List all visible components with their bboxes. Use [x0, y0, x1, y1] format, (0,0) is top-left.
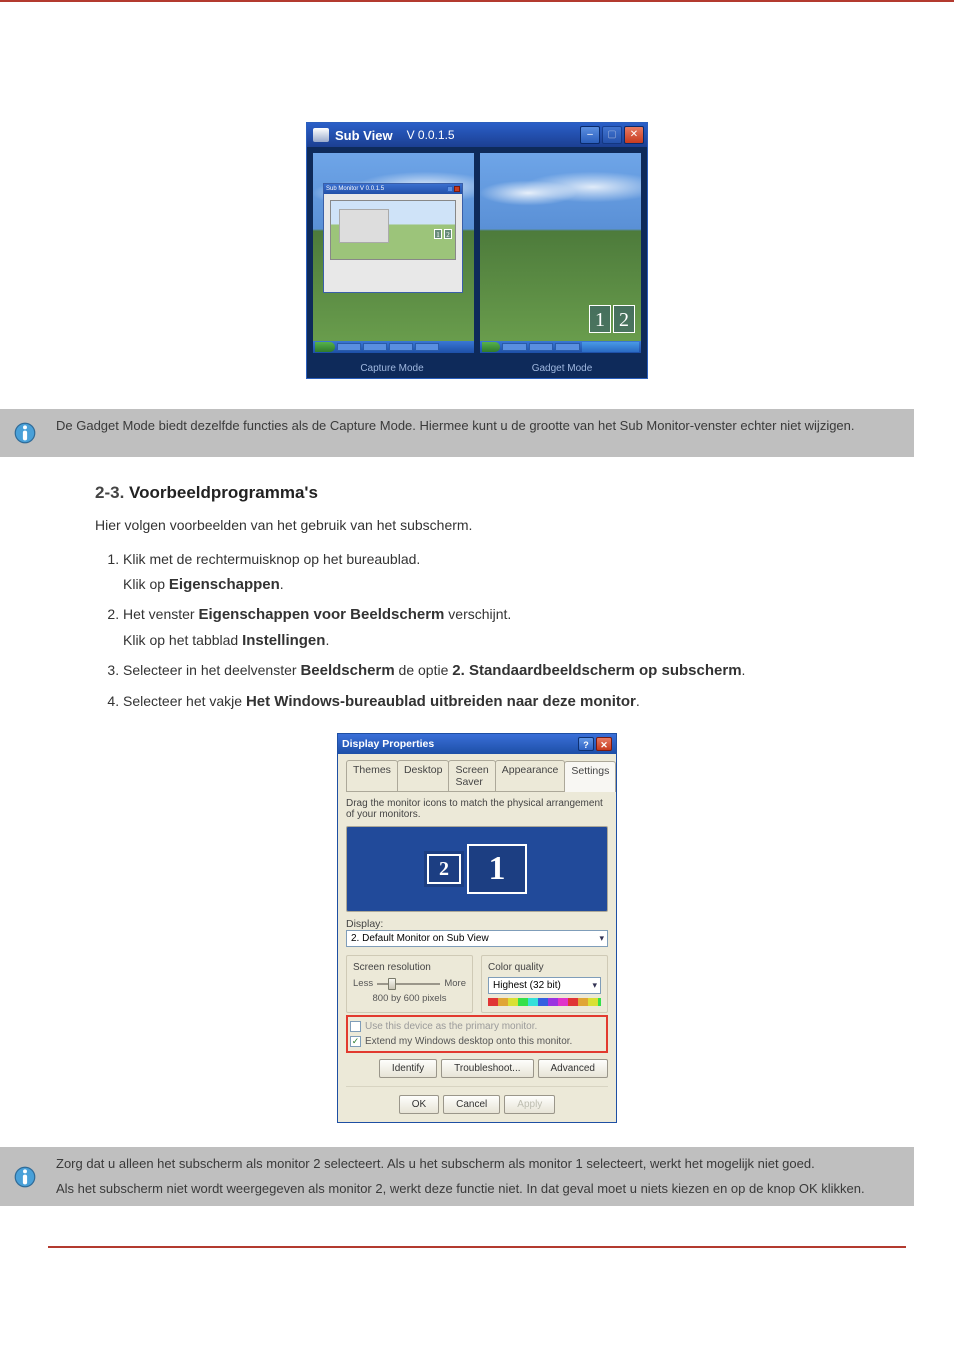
subview-titlebar: Sub View V 0.0.1.5 – ▢ ✕: [307, 123, 647, 147]
tab-themes[interactable]: Themes: [346, 760, 398, 791]
display-select[interactable]: 2. Default Monitor on Sub View: [346, 930, 608, 947]
info-band-monitor-warning: Zorg dat u alleen het subscherm als moni…: [0, 1147, 914, 1207]
warning-line-1: Zorg dat u alleen het subscherm als moni…: [56, 1155, 902, 1174]
info-icon: [12, 1164, 38, 1190]
capture-mode-pane: Sub Monitor V 0.0.1.5 1: [313, 153, 474, 353]
gadget-mode-caption: Gadget Mode: [477, 359, 647, 378]
advanced-button[interactable]: Advanced: [538, 1059, 608, 1078]
cancel-button[interactable]: Cancel: [443, 1095, 500, 1114]
step-1: Klik met de rechtermuisknop op het burea…: [123, 547, 859, 598]
troubleshoot-button[interactable]: Troubleshoot...: [441, 1059, 533, 1078]
start-button-left: [315, 342, 335, 352]
monitor-preview-area[interactable]: 2 1: [346, 826, 608, 912]
display-label: Display:: [346, 918, 608, 930]
capture-mode-caption: Capture Mode: [307, 359, 477, 378]
step-3: Selecteer in het deelvenster Beeldscherm…: [123, 658, 859, 684]
color-quality-group: Color quality Highest (32 bit): [481, 955, 608, 1013]
subview-app-title: Sub View: [335, 128, 393, 143]
close-icon[interactable]: ✕: [624, 126, 644, 144]
identify-button[interactable]: Identify: [379, 1059, 437, 1078]
ok-button[interactable]: OK: [399, 1095, 439, 1114]
subview-version: V 0.0.1.5: [407, 128, 455, 142]
color-hue-bar: [488, 998, 601, 1006]
gadget-mode-pane: 1 2: [480, 153, 641, 353]
checkbox-extend[interactable]: ✓: [350, 1036, 361, 1047]
dp-title: Display Properties: [342, 738, 434, 750]
color-quality-select[interactable]: Highest (32 bit): [488, 977, 601, 994]
highlighted-checkboxes: Use this device as the primary monitor. …: [346, 1015, 608, 1053]
section-title-text: Voorbeeldprogramma's: [129, 483, 318, 502]
sub-monitor-window: Sub Monitor V 0.0.1.5 1: [323, 183, 463, 293]
extend-desktop-checkbox-row[interactable]: ✓ Extend my Windows desktop onto this mo…: [350, 1036, 604, 1047]
step-4: Selecteer het vakje Het Windows-bureaubl…: [123, 689, 859, 715]
warning-line-2: Als het subscherm niet wordt weergegeven…: [56, 1180, 902, 1199]
resolution-slider[interactable]: Less More: [353, 977, 466, 991]
primary-monitor-checkbox-row: Use this device as the primary monitor.: [350, 1021, 604, 1032]
display-properties-dialog: Display Properties ? ✕ Themes Desktop Sc…: [337, 733, 617, 1123]
system-tray: [582, 342, 639, 352]
info-band-gadget-mode: De Gadget Mode biedt dezelfde functies a…: [0, 409, 914, 457]
footer-divider: [48, 1246, 906, 1248]
sub-monitor-title: Sub Monitor V 0.0.1.5: [326, 186, 384, 192]
right-num-2: 2: [613, 305, 635, 333]
lead-paragraph: Hier volgen voorbeelden van het gebruik …: [95, 517, 859, 533]
tab-appearance[interactable]: Appearance: [495, 760, 566, 791]
monitor-1-icon[interactable]: 1: [467, 844, 527, 894]
checkbox-primary: [350, 1021, 361, 1032]
maximize-icon: ▢: [602, 126, 622, 144]
left-inner-num-2: 2: [444, 229, 452, 239]
tab-screensaver[interactable]: Screen Saver: [448, 760, 495, 791]
dp-titlebar: Display Properties ? ✕: [338, 734, 616, 754]
section-heading: 2-3. Voorbeeldprogramma's: [95, 483, 859, 503]
right-num-1: 1: [589, 305, 611, 333]
minimize-icon[interactable]: –: [580, 126, 600, 144]
subview-app-icon: [313, 128, 329, 142]
resolution-readout: 800 by 600 pixels: [353, 993, 466, 1004]
help-icon[interactable]: ?: [578, 737, 594, 751]
tab-settings[interactable]: Settings: [564, 761, 616, 792]
left-inner-num-1: 1: [434, 229, 442, 239]
start-button-right: [482, 342, 500, 352]
info-icon: [12, 420, 38, 446]
screen-resolution-group: Screen resolution Less More 800 by 600 p…: [346, 955, 473, 1013]
dp-hint: Drag the monitor icons to match the phys…: [346, 798, 608, 820]
step-2: Het venster Eigenschappen voor Beeldsche…: [123, 602, 859, 655]
apply-button: Apply: [504, 1095, 555, 1114]
dp-close-icon[interactable]: ✕: [596, 737, 612, 751]
monitor-2-icon[interactable]: 2: [427, 854, 461, 884]
tab-desktop[interactable]: Desktop: [397, 760, 450, 791]
info-text-1: De Gadget Mode biedt dezelfde functies a…: [56, 418, 855, 433]
dp-tabs: Themes Desktop Screen Saver Appearance S…: [346, 760, 608, 792]
section-number: 2-3.: [95, 483, 124, 502]
subview-app-figure: Sub View V 0.0.1.5 – ▢ ✕: [306, 122, 648, 379]
